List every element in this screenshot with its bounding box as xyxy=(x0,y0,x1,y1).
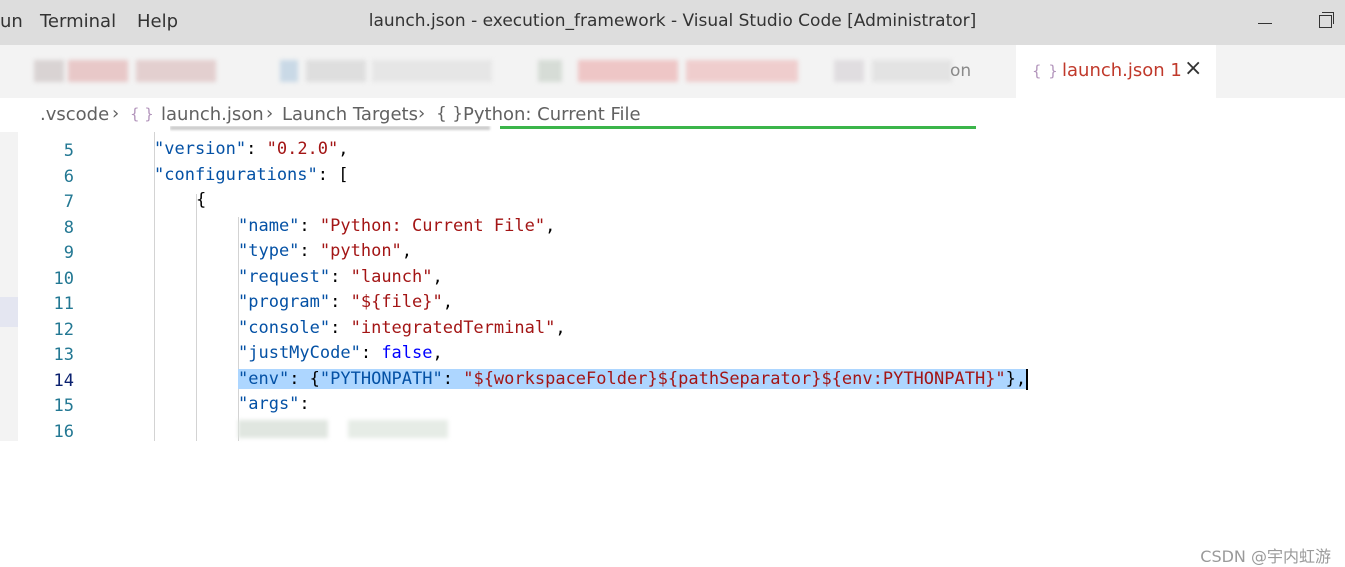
code-token: , xyxy=(555,317,566,338)
chevron-right-icon: › xyxy=(112,103,120,124)
code-token: : { xyxy=(289,368,320,389)
code-line[interactable]: "name": "Python: Current File", xyxy=(238,216,555,237)
code-token: "${file}" xyxy=(350,292,443,312)
code-token: "version" xyxy=(154,139,247,159)
line-number: 12 xyxy=(53,319,74,340)
code-line[interactable]: "program": "${file}", xyxy=(238,292,453,313)
code-token: "justMyCode" xyxy=(238,343,361,363)
code-token: "${workspaceFolder}${pathSeparator}${env… xyxy=(463,368,1006,389)
restore-icon[interactable] xyxy=(1305,10,1345,36)
title-bar: un Terminal Help launch.json - execution… xyxy=(0,0,1345,45)
chevron-right-icon: › xyxy=(266,103,274,124)
editor-tabs: on { } launch.json 1 × xyxy=(0,45,1345,98)
code-token: "request" xyxy=(238,266,331,287)
code-token: "type" xyxy=(238,241,300,261)
line-number: 9 xyxy=(63,243,74,263)
code-token: }, xyxy=(1005,368,1027,389)
tab-launch-json[interactable]: { } launch.json 1 × xyxy=(1016,45,1216,98)
chevron-right-icon: › xyxy=(418,103,426,124)
code-token: "integratedTerminal" xyxy=(350,317,556,338)
line-number: 5 xyxy=(63,141,74,161)
code-token: "launch" xyxy=(350,266,433,287)
code-token: "configurations" xyxy=(154,164,318,185)
code-line[interactable]: { xyxy=(196,190,206,211)
code-token: , xyxy=(338,139,349,159)
code-token: "env" xyxy=(238,368,290,389)
code-token: : xyxy=(330,292,351,312)
code-token: "console" xyxy=(238,317,331,338)
line-number: 7 xyxy=(63,192,74,212)
partial-code-line xyxy=(170,126,976,136)
code-token: "name" xyxy=(238,215,300,236)
watermark: CSDN @宇内虹游 xyxy=(1200,547,1331,566)
code-token: "program" xyxy=(238,292,331,312)
code-line[interactable]: "version": "0.2.0", xyxy=(154,139,349,160)
activity-indicator xyxy=(0,297,18,327)
code-line[interactable]: "configurations": [ xyxy=(154,165,348,186)
tab-label: launch.json 1 xyxy=(1062,60,1182,81)
code-line[interactable]: "console": "integratedTerminal", xyxy=(238,318,566,339)
minimize-icon[interactable] xyxy=(1244,10,1284,36)
code-token: , xyxy=(442,292,453,312)
code-token: : xyxy=(246,139,267,159)
editor-gutter-left xyxy=(0,132,18,441)
line-number: 13 xyxy=(53,345,74,365)
line-number: 16 xyxy=(53,421,74,442)
code-token: : xyxy=(299,215,320,236)
code-token: : xyxy=(299,394,310,414)
blurred-text xyxy=(348,420,448,438)
tab-blurred[interactable] xyxy=(270,45,510,98)
code-token: , xyxy=(545,215,556,236)
window-title: launch.json - execution_framework - Visu… xyxy=(368,11,977,31)
breadcrumb-folder[interactable]: .vscode xyxy=(40,104,109,125)
line-number: 8 xyxy=(63,217,74,238)
line-number: 15 xyxy=(53,396,74,416)
close-icon[interactable]: × xyxy=(1184,56,1202,81)
line-number: 11 xyxy=(53,294,74,314)
blurred-text xyxy=(238,420,328,438)
json-braces-icon: { } xyxy=(1032,62,1059,80)
code-line[interactable]: "args": xyxy=(238,394,310,415)
code-token: : xyxy=(330,266,351,287)
code-line[interactable]: "justMyCode": false, xyxy=(238,343,443,364)
code-token: : xyxy=(442,368,464,389)
tab-blurred[interactable] xyxy=(18,45,258,98)
json-braces-icon: { } xyxy=(130,105,154,123)
tab-blurred[interactable]: on xyxy=(820,45,1010,98)
line-number: 14 xyxy=(53,370,74,391)
code-token: { xyxy=(196,190,207,210)
breadcrumb-symbol[interactable]: Python: Current File xyxy=(463,104,641,125)
code-line[interactable]: "request": "launch", xyxy=(238,267,443,288)
code-token: "python" xyxy=(319,241,402,261)
code-editor[interactable]: CSDN @宇内虹游 5 "version": "0.2.0", 6 "configu… xyxy=(18,126,1345,566)
line-number: 6 xyxy=(63,166,74,187)
code-token: , xyxy=(432,343,443,363)
code-line[interactable]: "type": "python", xyxy=(238,241,412,262)
code-token: false xyxy=(381,343,433,363)
code-token: : xyxy=(360,343,382,363)
text-cursor xyxy=(1026,368,1029,390)
code-token: "0.2.0" xyxy=(266,139,339,159)
breadcrumb-section[interactable]: Launch Targets xyxy=(282,104,418,125)
tab-label-partial: on xyxy=(950,61,972,81)
code-token: "args" xyxy=(238,394,300,414)
breadcrumb-file[interactable]: launch.json xyxy=(161,104,264,125)
code-token: : xyxy=(299,241,320,261)
line-number: 10 xyxy=(53,268,74,289)
indent-guide xyxy=(196,194,197,441)
code-token: : xyxy=(330,317,351,338)
code-token: , xyxy=(401,241,413,261)
code-token: "PYTHONPATH" xyxy=(319,368,443,389)
code-line[interactable]: "env": {"PYTHONPATH": "${workspaceFolder… xyxy=(238,368,1029,390)
tab-blurred[interactable] xyxy=(530,45,810,98)
code-token: : [ xyxy=(317,164,349,185)
code-token: , xyxy=(432,266,443,287)
code-token: "Python: Current File" xyxy=(319,215,546,236)
object-braces-icon: { } xyxy=(436,104,464,124)
